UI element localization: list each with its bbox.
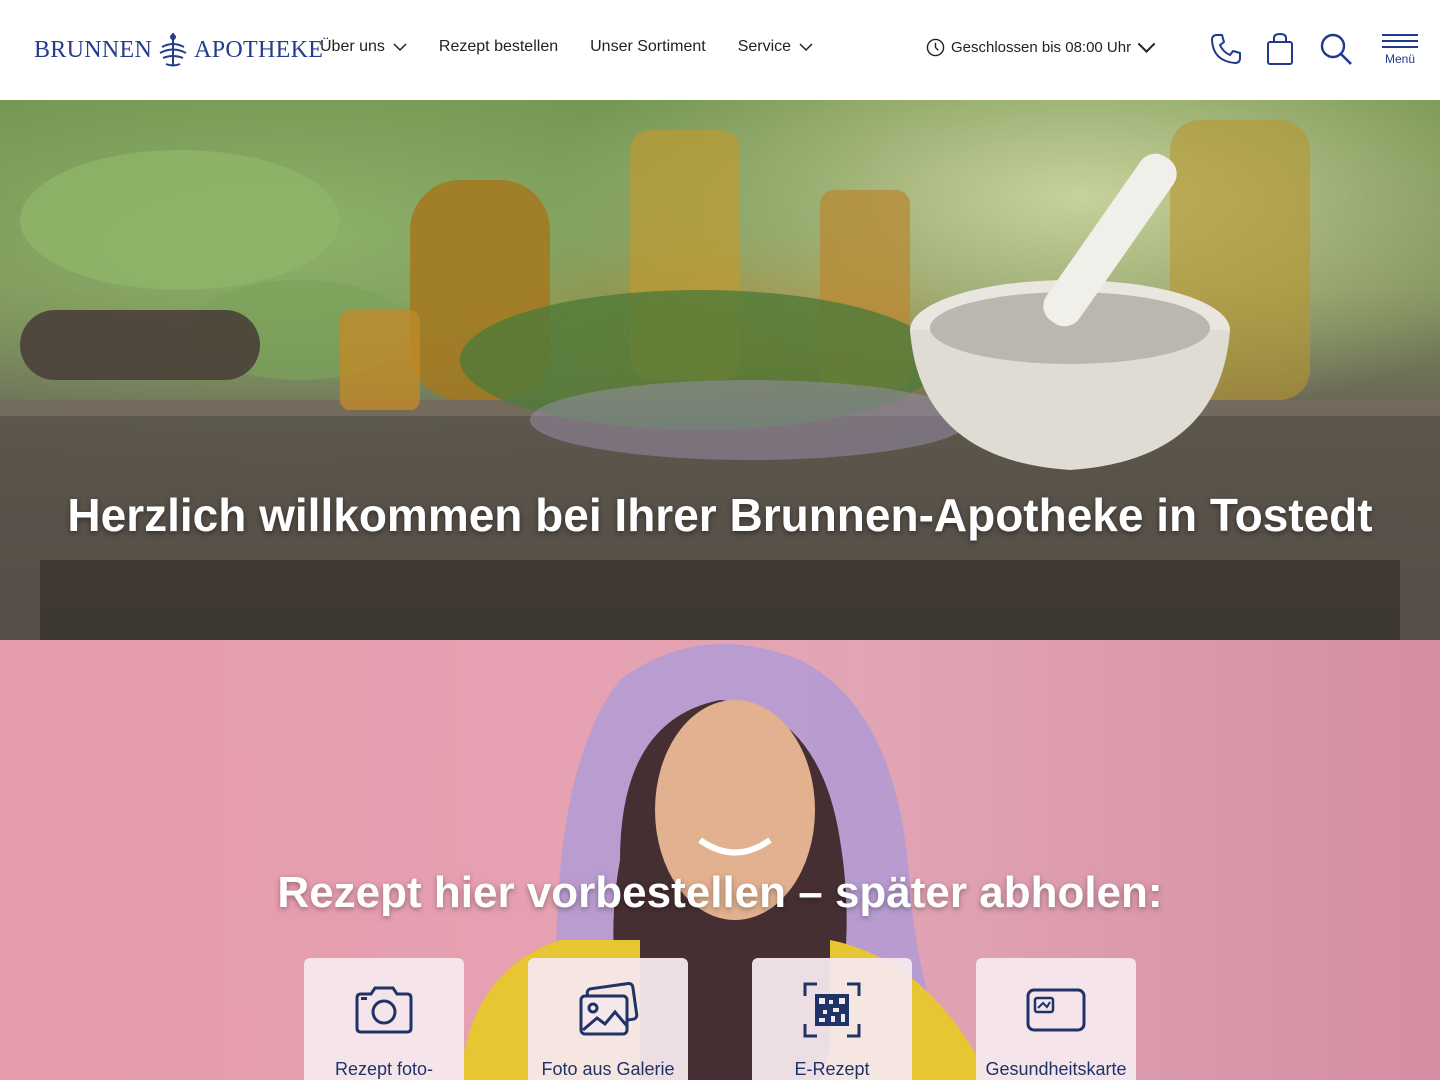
hamburger-icon <box>1382 34 1418 48</box>
nav-item-label: Unser Sortiment <box>590 38 706 55</box>
card-e-prescription[interactable]: E-Rezept <box>752 958 912 1080</box>
prescription-section: Rezept hier vorbestellen – später abhole… <box>0 640 1440 1080</box>
menu-label: Menü <box>1384 52 1416 66</box>
gallery-icon <box>579 981 639 1036</box>
hero-background-image <box>0 120 1440 640</box>
hero-banner: Herzlich willkommen bei Ihrer Brunnen-Ap… <box>0 100 1440 640</box>
clock-icon <box>926 38 945 57</box>
nav-item-ueber-uns[interactable]: Über uns <box>320 38 407 56</box>
site-header: BRUNNEN APOTHEKE Über uns Rezept bestell… <box>0 0 1440 100</box>
phone-icon <box>1211 34 1241 64</box>
main-nav: Über uns Rezept bestellen Unser Sortimen… <box>320 38 813 56</box>
cart-button[interactable] <box>1262 30 1298 68</box>
opening-hours-toggle[interactable]: Geschlossen bis 08:00 Uhr <box>926 38 1156 57</box>
card-label: Rezept foto- grafieren <box>334 1059 434 1079</box>
nav-item-unser-sortiment[interactable]: Unser Sortiment <box>590 38 706 56</box>
brand-logo[interactable]: BRUNNEN APOTHEKE <box>34 30 323 70</box>
prescription-title: Rezept hier vorbestellen – später abhole… <box>277 868 1163 917</box>
card-upload-from-gallery[interactable]: Foto aus Galerie hochladen <box>528 958 688 1080</box>
hero-title: Herzlich willkommen bei Ihrer Brunnen-Ap… <box>67 489 1373 541</box>
prescription-options: Rezept foto- grafieren Foto aus Galerie … <box>304 958 1136 1080</box>
chevron-down-icon <box>799 43 813 52</box>
card-label: Foto aus Galerie hochladen <box>541 1059 675 1079</box>
qr-code-icon <box>803 982 861 1038</box>
phone-button[interactable] <box>1208 30 1244 68</box>
health-card-icon <box>1026 988 1086 1032</box>
fountain-logo-icon <box>159 33 187 67</box>
card-photograph-prescription[interactable]: Rezept foto- grafieren <box>304 958 464 1080</box>
shopping-bag-icon <box>1267 32 1293 65</box>
search-icon <box>1320 33 1352 65</box>
camera-icon <box>355 986 413 1034</box>
card-label: E-Rezept <box>794 1059 870 1079</box>
chevron-down-icon <box>393 43 407 52</box>
search-button[interactable] <box>1318 30 1354 68</box>
nav-item-rezept-bestellen[interactable]: Rezept bestellen <box>439 38 558 56</box>
nav-item-label: Service <box>737 38 792 55</box>
card-health-insurance-card[interactable]: Gesundheitskarte <box>976 958 1136 1080</box>
chevron-down-icon <box>1137 42 1156 54</box>
nav-item-service[interactable]: Service <box>738 38 813 56</box>
card-label: Gesundheitskarte <box>985 1059 1127 1079</box>
menu-button[interactable]: Menü <box>1382 34 1418 70</box>
opening-hours-text: Geschlossen bis 08:00 Uhr <box>951 39 1132 56</box>
nav-item-label: Rezept bestellen <box>438 38 559 55</box>
nav-item-label: Über uns <box>320 38 385 55</box>
brand-name-right: APOTHEKE <box>194 36 324 63</box>
brand-name-left: BRUNNEN <box>34 36 153 63</box>
